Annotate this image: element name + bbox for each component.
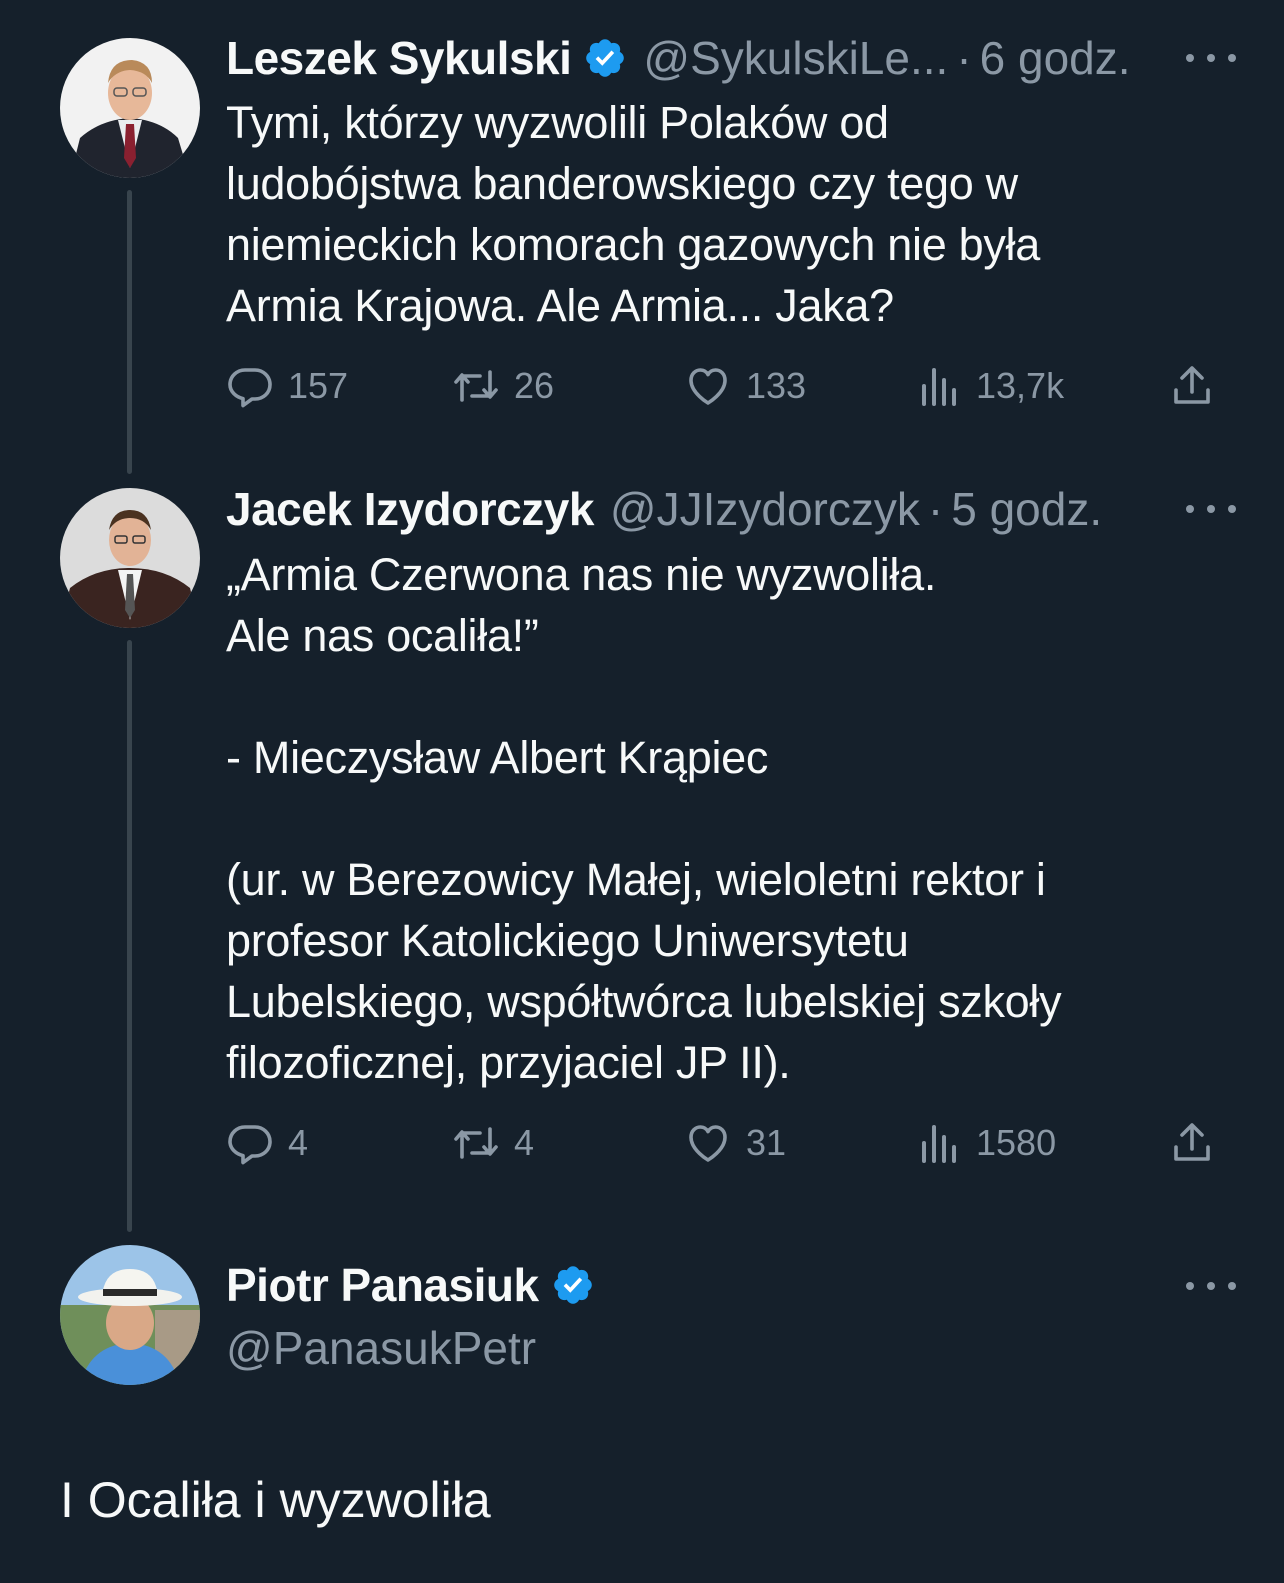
share-button[interactable] <box>1168 356 1216 416</box>
more-icon <box>1186 54 1194 62</box>
tweet-2-header: Jacek Izydorczyk @JJIzydorczyk · 5 godz. <box>226 479 1134 539</box>
avatar-reply[interactable] <box>60 1245 200 1385</box>
author-handle[interactable]: @JJIzydorczyk <box>610 479 920 539</box>
reply-count: 4 <box>288 1122 309 1163</box>
avatar-tweet-1[interactable] <box>60 38 200 178</box>
more-options-button[interactable] <box>1186 494 1236 524</box>
retweet-count: 4 <box>514 1122 535 1163</box>
views-count: 1580 <box>976 1122 1057 1163</box>
tweet-time[interactable]: 6 godz. <box>980 28 1131 88</box>
like-button[interactable]: 133 <box>684 356 806 416</box>
like-count: 31 <box>746 1122 787 1163</box>
reply-count: 157 <box>288 365 349 406</box>
more-options-button[interactable] <box>1186 1271 1236 1301</box>
reply-button[interactable]: 4 <box>226 1113 308 1173</box>
reply-text: I Ocaliła i wyzwoliła <box>60 1472 491 1528</box>
author-name[interactable]: Piotr Panasiuk <box>226 1258 539 1312</box>
avatar-tweet-2[interactable] <box>60 488 200 628</box>
share-button[interactable] <box>1168 1113 1216 1173</box>
retweet-icon <box>454 370 498 402</box>
views-count: 13,7k <box>976 365 1065 406</box>
like-button[interactable]: 31 <box>684 1113 786 1173</box>
reply-icon <box>228 368 272 408</box>
retweet-button[interactable]: 4 <box>452 1113 534 1173</box>
author-name[interactable]: Leszek Sykulski <box>226 28 572 88</box>
retweet-count: 26 <box>514 365 555 406</box>
author-handle[interactable]: @SykulskiLe... <box>643 28 948 88</box>
verified-icon <box>586 39 625 77</box>
thread-line-1 <box>127 190 132 474</box>
views-icon <box>922 368 956 406</box>
like-icon <box>689 1125 727 1162</box>
tweet-2-actions: 4 4 31 1580 <box>226 1113 1216 1173</box>
verified-icon <box>553 1266 592 1304</box>
separator-dot: · <box>927 483 944 535</box>
share-icon <box>1174 1123 1210 1161</box>
reply-button[interactable]: 157 <box>226 356 348 416</box>
tweet-time[interactable]: 5 godz. <box>951 479 1102 539</box>
share-icon <box>1174 366 1210 404</box>
more-icon <box>1186 1282 1194 1290</box>
separator-dot: · <box>956 32 972 84</box>
tweet-1-text: Tymi, którzy wyzwolili Polaków od ludobó… <box>226 97 1040 331</box>
retweet-icon <box>454 1127 498 1159</box>
tweet-1-header: Leszek Sykulski @SykulskiLe... · 6 godz. <box>226 28 1134 88</box>
reply-header: Piotr Panasiuk <box>226 1255 595 1315</box>
reply-icon <box>228 1125 272 1165</box>
author-name[interactable]: Jacek Izydorczyk <box>226 479 594 539</box>
more-options-button[interactable] <box>1186 43 1236 73</box>
views-icon <box>922 1125 956 1163</box>
views-button[interactable]: 1580 <box>914 1113 1056 1173</box>
tweet-1-actions: 157 26 133 13,7k <box>226 356 1216 416</box>
like-icon <box>689 368 727 405</box>
like-count: 133 <box>746 365 807 406</box>
thread-line-2 <box>127 640 132 1232</box>
retweet-button[interactable]: 26 <box>452 356 554 416</box>
tweet-2-text: „Armia Czerwona nas nie wyzwoliła. Ale n… <box>226 549 1062 1088</box>
views-button[interactable]: 13,7k <box>914 356 1064 416</box>
author-handle[interactable]: @PanasukPetr <box>226 1318 536 1378</box>
more-icon <box>1186 505 1194 513</box>
